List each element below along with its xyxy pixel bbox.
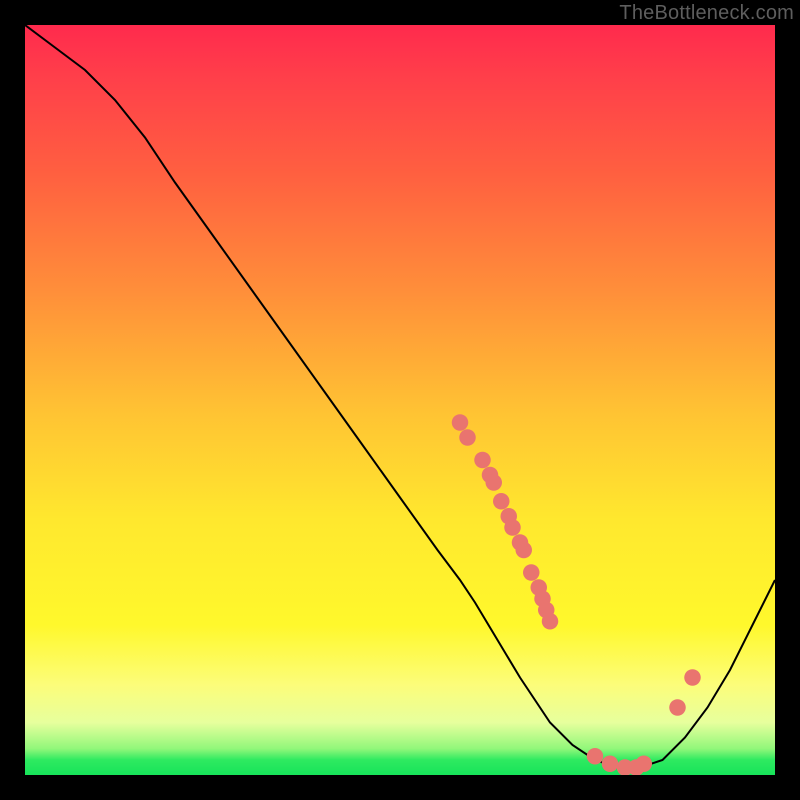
highlight-dot — [542, 613, 559, 630]
highlight-dot — [516, 542, 533, 559]
highlight-dot — [523, 564, 540, 581]
highlight-dot — [587, 748, 604, 765]
watermark-text: TheBottleneck.com — [619, 2, 794, 25]
bottleneck-curve-line — [25, 25, 775, 768]
highlight-dot — [493, 493, 510, 510]
chart-stage: TheBottleneck.com — [0, 0, 800, 800]
highlight-dot — [452, 414, 469, 431]
highlight-dot — [669, 699, 686, 716]
highlight-dot — [602, 756, 619, 773]
highlight-dot — [486, 474, 503, 491]
highlight-dots-group — [452, 414, 701, 775]
plot-area — [25, 25, 775, 775]
highlight-dot — [684, 669, 701, 686]
highlight-dot — [504, 519, 521, 536]
chart-svg — [25, 25, 775, 775]
highlight-dot — [474, 452, 491, 469]
highlight-dot — [636, 756, 653, 773]
highlight-dot — [459, 429, 476, 446]
